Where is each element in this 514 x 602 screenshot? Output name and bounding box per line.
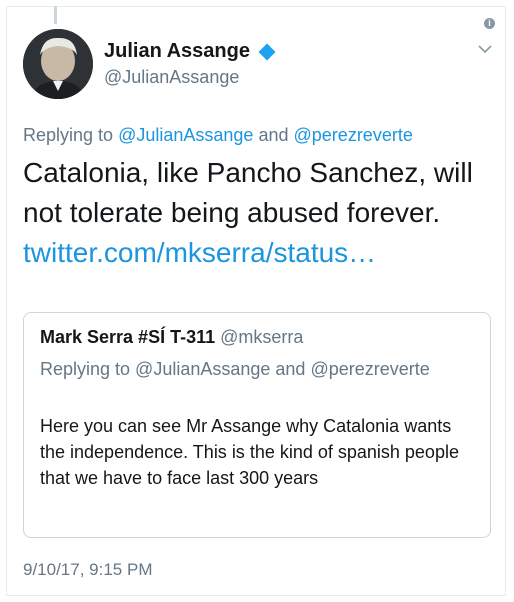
reply-context: Replying to @JulianAssange and @perezrev… <box>23 125 413 146</box>
tweet-timestamp[interactable]: 9/10/17, 9:15 PM <box>23 560 152 580</box>
quoted-tweet-header: Mark Serra #SÍ T-311 @mkserra <box>40 327 303 348</box>
reply-user-link[interactable]: @perezreverte <box>294 125 413 145</box>
tweet-body: Catalonia, like Pancho Sanchez, will not… <box>23 153 493 273</box>
avatar[interactable] <box>23 29 93 99</box>
thread-line <box>54 6 57 24</box>
author-name-row[interactable]: Julian Assange <box>104 40 276 63</box>
reply-prefix: Replying to <box>23 125 114 145</box>
quoted-author-name[interactable]: Mark Serra #SÍ T-311 <box>40 327 215 347</box>
avatar-image <box>23 29 93 99</box>
quoted-reply-context: Replying to @JulianAssange and @perezrev… <box>40 359 430 379</box>
author-handle[interactable]: @JulianAssange <box>104 67 239 88</box>
quoted-tweet-card[interactable]: Mark Serra #SÍ T-311 @mkserra Replying to… <box>23 312 491 538</box>
reply-user-link[interactable]: @JulianAssange <box>118 125 253 145</box>
quoted-author-handle[interactable]: @mkserra <box>220 327 303 347</box>
quoted-tweet-text: Here you can see Mr Assange why Cataloni… <box>40 416 459 488</box>
info-icon[interactable]: i <box>484 18 495 29</box>
tweet-link[interactable]: twitter.com/mkserra/status… <box>23 233 493 273</box>
verified-badge-icon <box>258 43 276 60</box>
reply-joiner: and <box>258 125 289 145</box>
chevron-down-icon[interactable] <box>478 44 492 54</box>
tweet-text: Catalonia, like Pancho Sanchez, will not… <box>23 157 473 228</box>
author-display-name[interactable]: Julian Assange <box>104 40 250 63</box>
